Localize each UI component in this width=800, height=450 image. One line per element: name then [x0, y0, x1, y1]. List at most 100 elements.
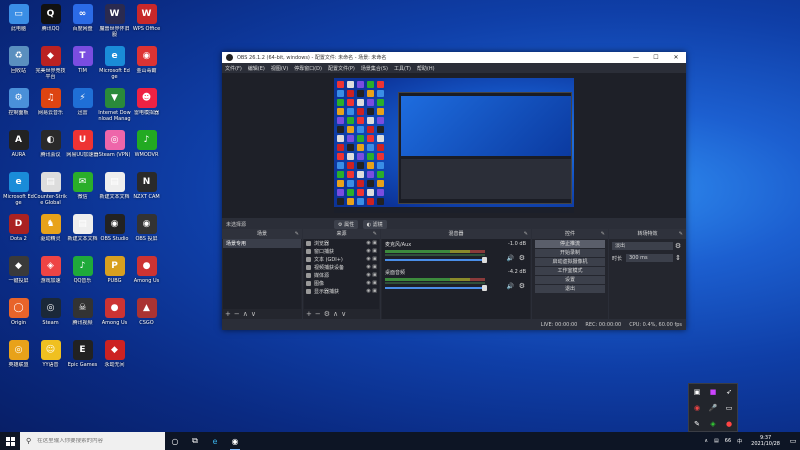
- control-button[interactable]: 停止推流: [535, 240, 605, 248]
- dock-float-icon[interactable]: ✎: [524, 229, 528, 239]
- desktop-icon[interactable]: E Epic Games: [66, 338, 99, 378]
- desktop-icon[interactable]: ◉ 金山毒霸: [130, 44, 163, 84]
- desktop-icon[interactable]: ◉ OBS 投屏: [130, 212, 163, 252]
- menu-item[interactable]: 配置文件(P): [328, 65, 355, 72]
- eye-icon[interactable]: ◉ ▣: [366, 280, 377, 286]
- source-item[interactable]: 视频捕获设备 ◉ ▣: [304, 263, 379, 271]
- search-box[interactable]: ⚲: [20, 432, 165, 450]
- desktop-icon[interactable]: ♻ 回收站: [2, 44, 35, 84]
- menu-item[interactable]: 编辑(E): [248, 65, 265, 72]
- desktop-icon[interactable]: ◯ Origin: [2, 296, 35, 336]
- move-up-icon[interactable]: ∧: [333, 310, 341, 318]
- menu-item[interactable]: 视图(V): [271, 65, 288, 72]
- gear-icon[interactable]: ⚙: [673, 242, 683, 250]
- app-tray-icon[interactable]: ■: [708, 387, 718, 397]
- desktop-icon[interactable]: ♞ 驱动精灵: [34, 212, 67, 252]
- desktop-icon[interactable]: ▼ Internet Download Manager: [98, 86, 131, 126]
- desktop-icon[interactable]: D Dota 2: [2, 212, 35, 252]
- desktop-icon[interactable]: ◆ 一键投屏: [2, 254, 35, 294]
- desktop-icon[interactable]: ∞ 百度网盘: [66, 2, 99, 42]
- eye-icon[interactable]: ◉ ▣: [366, 240, 377, 246]
- input-language[interactable]: 中: [737, 438, 742, 445]
- desktop-icon[interactable]: ♪ WMODVR: [130, 128, 163, 168]
- desktop-icon[interactable]: P PUBG: [98, 254, 131, 294]
- eye-icon[interactable]: ◉ ▣: [366, 264, 377, 270]
- clock[interactable]: 9:37 2021/10/28: [751, 435, 780, 447]
- record-tray-icon[interactable]: ◉: [692, 403, 702, 413]
- gear-icon[interactable]: ⚙: [519, 282, 525, 290]
- gear-icon[interactable]: ⚙: [324, 310, 333, 318]
- minimize-button[interactable]: —: [626, 54, 646, 61]
- desktop-icon[interactable]: ● Among Us: [98, 296, 131, 336]
- menu-item[interactable]: 工具(T): [394, 65, 411, 72]
- eye-icon[interactable]: ◉ ▣: [366, 256, 377, 262]
- control-button[interactable]: 开始录制: [535, 249, 605, 257]
- desktop-icon[interactable]: W WPS Office: [130, 2, 163, 42]
- desktop-icon[interactable]: ⚙ 控制面板: [2, 86, 35, 126]
- desktop-icon[interactable]: Q 腾讯QQ: [34, 2, 67, 42]
- desktop-icon[interactable]: ▭ 此电脑: [2, 2, 35, 42]
- desktop-icon[interactable]: ◎ Steam: [34, 296, 67, 336]
- desktop-icon[interactable]: T TIM: [66, 44, 99, 84]
- remove-icon[interactable]: −: [315, 310, 324, 318]
- desktop-icon[interactable]: ◎ Steam (VPN): [98, 128, 131, 168]
- spinner-icon[interactable]: ⇕: [673, 254, 683, 262]
- desktop-icon[interactable]: ☠ 腾讯视频: [66, 296, 99, 336]
- dock-float-icon[interactable]: ✎: [295, 229, 299, 239]
- source-item[interactable]: 图像 ◉ ▣: [304, 279, 379, 287]
- desktop-icon[interactable]: W 魔兽世界怀旧服: [98, 2, 131, 42]
- desktop-icon[interactable]: A AURA: [2, 128, 35, 168]
- preview-canvas[interactable]: [334, 78, 574, 213]
- menu-item[interactable]: 帮助(H): [417, 65, 435, 72]
- maximize-button[interactable]: ☐: [646, 54, 666, 61]
- desktop-icon[interactable]: ● Among Us: [130, 254, 163, 294]
- search-input[interactable]: [37, 438, 158, 444]
- source-item[interactable]: 文本 (GDI+) ◉ ▣: [304, 255, 379, 263]
- move-up-icon[interactable]: ∧: [243, 310, 251, 318]
- move-down-icon[interactable]: ∨: [341, 310, 349, 318]
- app-tray-icon[interactable]: ▣: [692, 387, 702, 397]
- menu-item[interactable]: 场景集合(S): [361, 65, 388, 72]
- app-tray-icon[interactable]: ➶: [724, 387, 734, 397]
- desktop-icon[interactable]: ◎ 英雄联盟: [2, 338, 35, 378]
- desktop-icon[interactable]: ◆ 永劫无间: [98, 338, 131, 378]
- slider-handle[interactable]: [482, 285, 487, 291]
- transition-select[interactable]: 淡出: [612, 242, 673, 250]
- gear-icon[interactable]: ⚙: [519, 254, 525, 262]
- desktop-icon[interactable]: ✉ 微信: [66, 170, 99, 210]
- desktop-icon[interactable]: ♫ 网易云音乐: [34, 86, 67, 126]
- menu-item[interactable]: 文件(F): [225, 65, 242, 72]
- obs-titlebar[interactable]: OBS 26.1.2 (64-bit, windows) - 配置文件: 未命名…: [222, 52, 686, 63]
- dock-float-icon[interactable]: ✎: [679, 229, 683, 239]
- app-tray-icon[interactable]: ●: [724, 419, 734, 429]
- close-button[interactable]: ✕: [666, 54, 686, 61]
- desktop-icon[interactable]: ◆ 完美世界竞技平台: [34, 44, 67, 84]
- task-view-icon[interactable]: ⧉: [185, 432, 205, 450]
- show-hidden-icons-icon[interactable]: ∧: [704, 438, 708, 444]
- control-button[interactable]: 设置: [535, 276, 605, 284]
- eye-icon[interactable]: ◉ ▣: [366, 248, 377, 254]
- desktop-icon[interactable]: ♪ QQ音乐: [66, 254, 99, 294]
- add-icon[interactable]: +: [225, 310, 234, 318]
- volume-slider[interactable]: [385, 257, 487, 263]
- desktop-icon[interactable]: N NZXT CAM: [130, 170, 163, 210]
- cortana-icon[interactable]: ○: [165, 432, 185, 450]
- desktop-icon[interactable]: ◈ 游戏加速: [34, 254, 67, 294]
- filters-button[interactable]: ◐ 滤镜: [362, 220, 387, 229]
- properties-button[interactable]: ⚙ 属性: [334, 220, 359, 229]
- desktop-icon[interactable]: ◐ 腾讯会议: [34, 128, 67, 168]
- mic-tray-icon[interactable]: 🎤: [708, 403, 718, 413]
- eye-icon[interactable]: ◉ ▣: [366, 288, 377, 294]
- source-item[interactable]: 浏览器 ◉ ▣: [304, 239, 379, 247]
- desktop-icon[interactable]: ☻ 雷电模拟器: [130, 86, 163, 126]
- desktop-icon[interactable]: ▤ Counter-Strike Global: [34, 170, 67, 210]
- control-button[interactable]: 工作室模式: [535, 267, 605, 275]
- scene-item[interactable]: 场景专用: [223, 239, 301, 248]
- source-item[interactable]: 显示器捕获 ◉ ▣: [304, 287, 379, 295]
- desktop-icon[interactable]: e Microsoft Edge: [2, 170, 35, 210]
- volume-slider[interactable]: [385, 285, 487, 291]
- remove-icon[interactable]: −: [234, 310, 243, 318]
- desktop-icon[interactable]: ☺ YY语音: [34, 338, 67, 378]
- control-button[interactable]: 退出: [535, 285, 605, 293]
- slider-handle[interactable]: [482, 257, 487, 263]
